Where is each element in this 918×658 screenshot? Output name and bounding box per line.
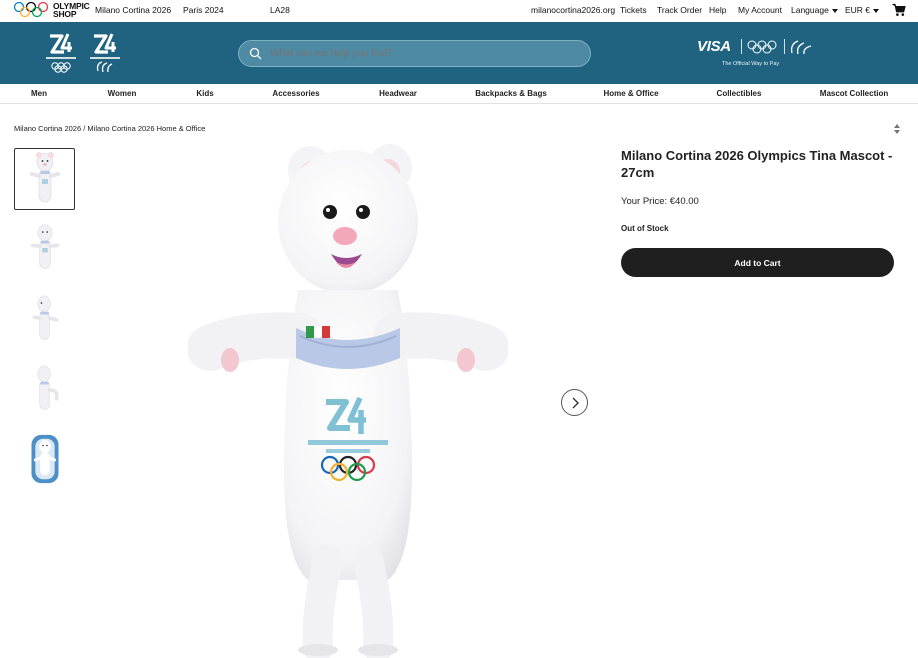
thumbnail-front[interactable]: [14, 148, 75, 210]
olympic-shop-logo[interactable]: OLYMPIC SHOP: [13, 1, 90, 19]
thumbnail-packaging[interactable]: [14, 428, 75, 490]
price-value: €40.00: [669, 196, 699, 207]
logo-line-2: SHOP: [53, 9, 77, 19]
toplink-official-site[interactable]: milanocortina2026.org: [531, 5, 615, 15]
chevron-down-icon: [831, 8, 838, 13]
utility-bar: OLYMPIC SHOP Milano Cortina 2026 Paris 2…: [0, 0, 918, 22]
price-label: Your Price:: [621, 196, 668, 207]
search-input[interactable]: [270, 48, 570, 59]
chevron-down-icon: [873, 8, 880, 13]
mascot-thumbnail-image: [29, 152, 60, 203]
thumbnail-back[interactable]: [14, 358, 75, 420]
nav-item-home-office[interactable]: Home & Office: [603, 89, 658, 98]
nav-item-mascot-collection[interactable]: Mascot Collection: [820, 89, 888, 98]
site-header: VISA The Official Way to Pay: [0, 22, 918, 84]
currency-label: EUR €: [845, 5, 871, 15]
mascot-thumbnail-image: [30, 434, 59, 484]
divider: [741, 39, 742, 54]
nav-item-collectibles[interactable]: Collectibles: [717, 89, 762, 98]
divider: [784, 39, 785, 54]
toplink-my-account[interactable]: My Account: [738, 5, 782, 15]
toplink-tickets[interactable]: Tickets: [620, 5, 647, 15]
paralympic-agitos-icon: [790, 40, 812, 55]
add-to-cart-button[interactable]: Add to Cart: [621, 248, 894, 277]
milano-cortina-paralympic-emblem[interactable]: [86, 30, 124, 76]
breadcrumb-item[interactable]: Milano Cortina 2026: [14, 124, 81, 133]
mascot-thumbnail-image: [30, 224, 59, 269]
product-title: Milano Cortina 2026 Olympics Tina Mascot…: [621, 148, 893, 180]
product-main-image: [188, 144, 508, 658]
thumbnail-side[interactable]: [14, 288, 75, 350]
product-price: Your Price: €40.00: [621, 196, 699, 207]
sort-arrows-icon[interactable]: [893, 123, 901, 135]
stock-status: Out of Stock: [621, 224, 669, 233]
mascot-thumbnail-image: [32, 295, 58, 340]
breadcrumb: Milano Cortina 2026 / Milano Cortina 202…: [14, 124, 205, 133]
toplink-paris-2024[interactable]: Paris 2024: [183, 5, 224, 15]
toplink-milano-cortina[interactable]: Milano Cortina 2026: [95, 5, 171, 15]
category-nav: Men Women Kids Accessories Headwear Back…: [0, 84, 918, 104]
breadcrumb-separator: /: [83, 124, 86, 133]
olympic-rings-icon: [747, 40, 777, 54]
language-selector[interactable]: Language: [791, 5, 838, 15]
toplink-help[interactable]: Help: [709, 5, 726, 15]
mascot-thumbnail-image: [37, 365, 59, 410]
next-image-button[interactable]: [561, 389, 588, 416]
visa-logo: VISA: [697, 38, 731, 55]
toplink-track-order[interactable]: Track Order: [657, 5, 702, 15]
breadcrumb-item[interactable]: Milano Cortina 2026 Home & Office: [87, 124, 205, 133]
chevron-right-icon: [572, 397, 579, 409]
search-icon: [249, 47, 262, 60]
milano-cortina-olympic-emblem[interactable]: [42, 30, 80, 76]
nav-item-kids[interactable]: Kids: [196, 89, 213, 98]
cart-icon[interactable]: [892, 3, 906, 17]
visa-tagline: The Official Way to Pay: [722, 61, 780, 67]
nav-item-accessories[interactable]: Accessories: [272, 89, 319, 98]
currency-selector[interactable]: EUR €: [845, 5, 880, 15]
toplink-la28[interactable]: LA28: [270, 5, 290, 15]
nav-item-women[interactable]: Women: [108, 89, 137, 98]
nav-item-men[interactable]: Men: [31, 89, 47, 98]
nav-item-backpacks-bags[interactable]: Backpacks & Bags: [475, 89, 547, 98]
olympic-rings-icon: [13, 1, 49, 18]
language-label: Language: [791, 5, 829, 15]
thumbnail-angle[interactable]: [14, 217, 75, 279]
nav-item-headwear[interactable]: Headwear: [379, 89, 417, 98]
search-bar[interactable]: [238, 40, 591, 67]
